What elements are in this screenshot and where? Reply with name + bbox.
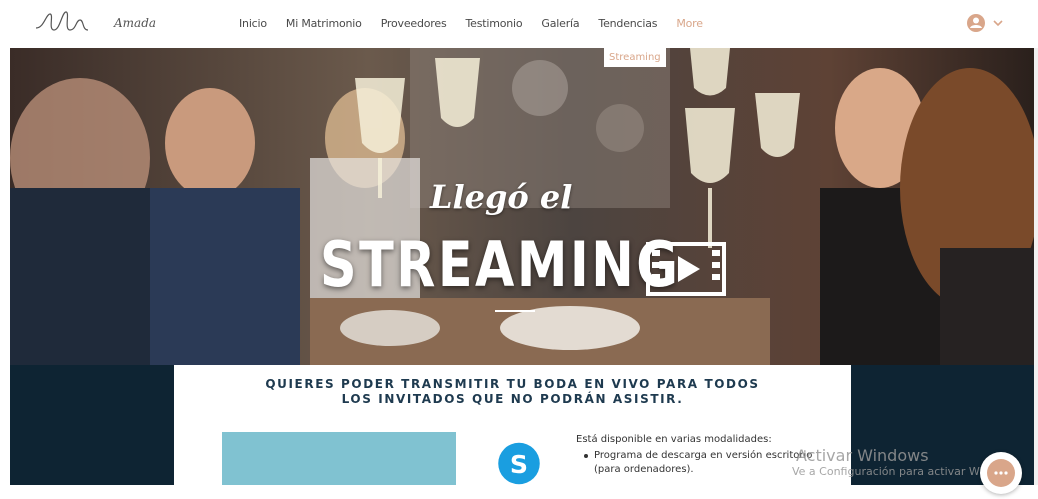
more-dropdown-streaming[interactable]: Streaming	[604, 48, 666, 67]
windows-activation-title: Activar Windows	[796, 446, 929, 465]
chevron-down-icon	[993, 20, 1003, 27]
availability-text: Está disponible en varias modalidades:	[576, 434, 772, 445]
nav-tendencias[interactable]: Tendencias	[598, 17, 657, 30]
logo-icon[interactable]	[34, 8, 94, 36]
user-avatar-icon	[967, 14, 985, 32]
nav-mi-matrimonio[interactable]: Mi Matrimonio	[286, 17, 362, 30]
skype-icon: S	[498, 442, 540, 485]
site-header: Amada Inicio Mi Matrimonio Proveedores T…	[0, 0, 1038, 48]
nav-galeria[interactable]: Galería	[541, 17, 579, 30]
hero-banner: Llegó el STREAMING	[10, 48, 1034, 365]
chat-button[interactable]	[980, 452, 1022, 494]
film-play-icon	[646, 242, 726, 296]
headline-line-2: LOS INVITADOS QUE NO PODRÁN ASISTIR.	[341, 392, 684, 406]
nav-inicio[interactable]: Inicio	[239, 17, 267, 30]
brand-name[interactable]: Amada	[114, 16, 156, 30]
chat-bubble-icon	[987, 459, 1015, 487]
content-card: QUIERES PODER TRANSMITIR TU BODA EN VIVO…	[174, 365, 851, 485]
user-menu[interactable]	[966, 12, 1010, 34]
hero-script-title: Llegó el	[430, 178, 573, 216]
nav-testimonio[interactable]: Testimonio	[465, 17, 522, 30]
bullet-dot	[584, 454, 588, 458]
main-nav: Inicio Mi Matrimonio Proveedores Testimo…	[239, 17, 722, 30]
media-placeholder	[222, 432, 456, 485]
hero-divider	[495, 310, 535, 312]
list-item-text: Programa de descarga en versión escritor…	[594, 450, 813, 475]
svg-text:S: S	[510, 450, 528, 479]
modalities-list: Programa de descarga en versión escritor…	[584, 449, 824, 477]
nav-proveedores[interactable]: Proveedores	[381, 17, 447, 30]
headline-line-1: QUIERES PODER TRANSMITIR TU BODA EN VIVO…	[265, 377, 760, 391]
list-item: Programa de descarga en versión escritor…	[584, 449, 824, 477]
page-scrollbar[interactable]	[1034, 48, 1038, 485]
hero-main-title: STREAMING	[320, 228, 681, 301]
section-headline: QUIERES PODER TRANSMITIR TU BODA EN VIVO…	[174, 377, 851, 407]
nav-more[interactable]: More	[676, 17, 703, 30]
